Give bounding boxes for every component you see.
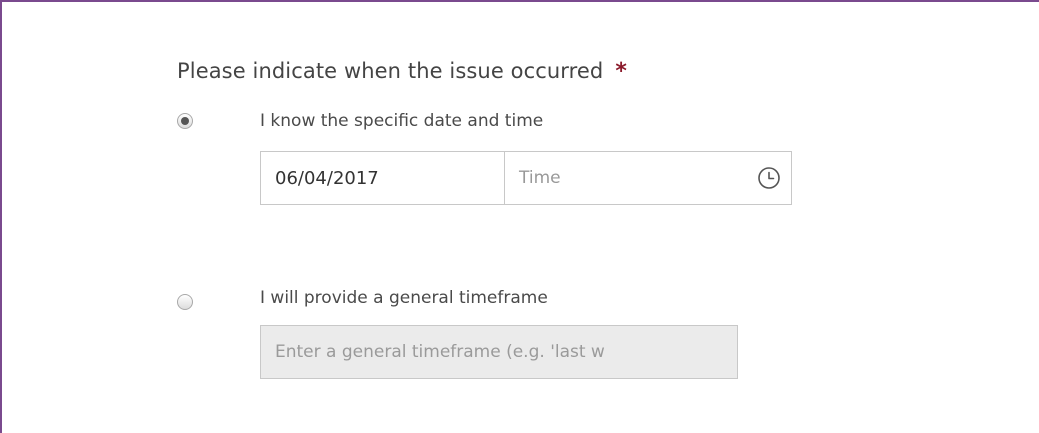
question-label: Please indicate when the issue occurred bbox=[177, 59, 604, 83]
general-timeframe-input[interactable]: Enter a general timeframe (e.g. 'last w bbox=[260, 325, 738, 379]
radio-label-specific-date-time: I know the specific date and time bbox=[260, 111, 544, 131]
question-heading: Please indicate when the issue occurred * bbox=[177, 59, 627, 84]
date-time-group: 06/04/2017 Time bbox=[260, 151, 792, 205]
time-placeholder: Time bbox=[519, 168, 561, 188]
time-input[interactable]: Time bbox=[505, 152, 791, 204]
timeframe-placeholder: Enter a general timeframe (e.g. 'last w bbox=[275, 342, 605, 362]
date-input[interactable]: 06/04/2017 bbox=[261, 152, 505, 204]
clock-icon[interactable] bbox=[757, 166, 781, 190]
radio-label-general-timeframe: I will provide a general timeframe bbox=[260, 288, 548, 308]
radio-selected-dot bbox=[181, 117, 189, 125]
radio-specific-date-time[interactable] bbox=[177, 113, 193, 129]
form-panel: Please indicate when the issue occurred *… bbox=[0, 0, 1039, 433]
radio-general-timeframe[interactable] bbox=[177, 294, 193, 310]
required-marker: * bbox=[615, 59, 627, 84]
